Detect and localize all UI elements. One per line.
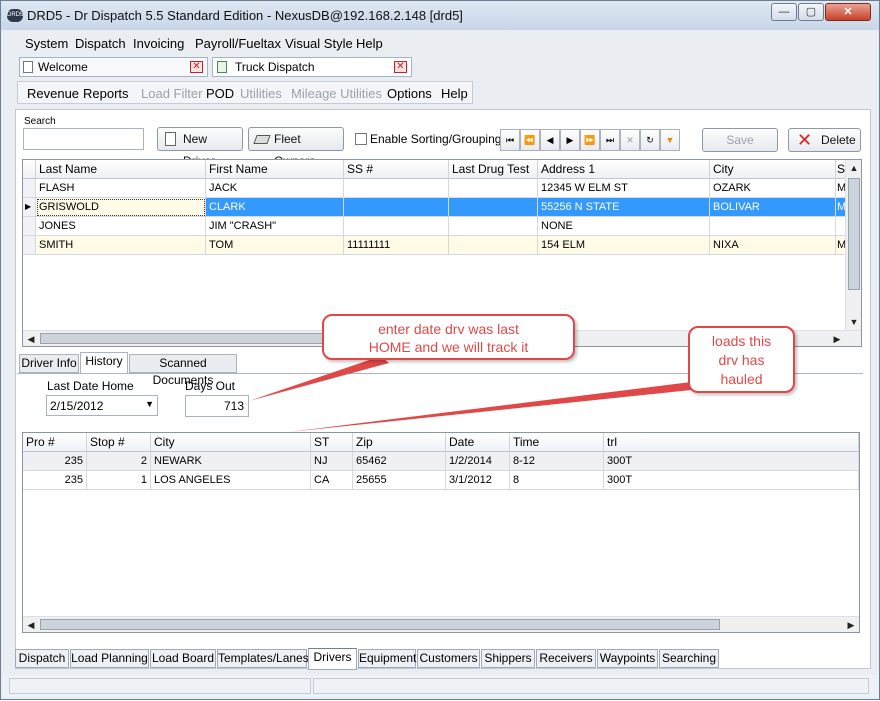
app-window: DRD5 DRD5 - Dr Dispatch 5.5 Standard Edi… — [0, 0, 880, 700]
bottom-tab-customers[interactable]: Customers — [417, 649, 480, 668]
status-panel-right — [313, 678, 869, 694]
callout-last-home: enter date drv was last HOME and we will… — [322, 314, 575, 360]
bottom-tab-load-board[interactable]: Load Board — [150, 649, 216, 668]
bottom-tab-load-planning[interactable]: Load Planning — [70, 649, 149, 668]
callout-loads-hauled: loads this drv has hauled — [688, 326, 795, 393]
bottom-tab-shippers[interactable]: Shippers — [481, 649, 535, 668]
bottom-tab-searching[interactable]: Searching — [659, 649, 719, 668]
callout-loads-pointer — [289, 381, 701, 432]
bottom-tab-templates-lanes[interactable]: Templates/Lanes — [217, 649, 309, 668]
bottom-tab-waypoints[interactable]: Waypoints — [597, 649, 658, 668]
bottom-tab-drivers[interactable]: Drivers — [308, 648, 357, 670]
status-bar — [3, 675, 879, 697]
bottom-tab-dispatch[interactable]: Dispatch — [15, 649, 69, 668]
status-panel-left — [9, 678, 311, 694]
callout-home-pointer — [249, 356, 389, 401]
bottom-tab-equipment[interactable]: Equipment — [358, 649, 416, 668]
bottom-tab-receivers[interactable]: Receivers — [536, 649, 596, 668]
